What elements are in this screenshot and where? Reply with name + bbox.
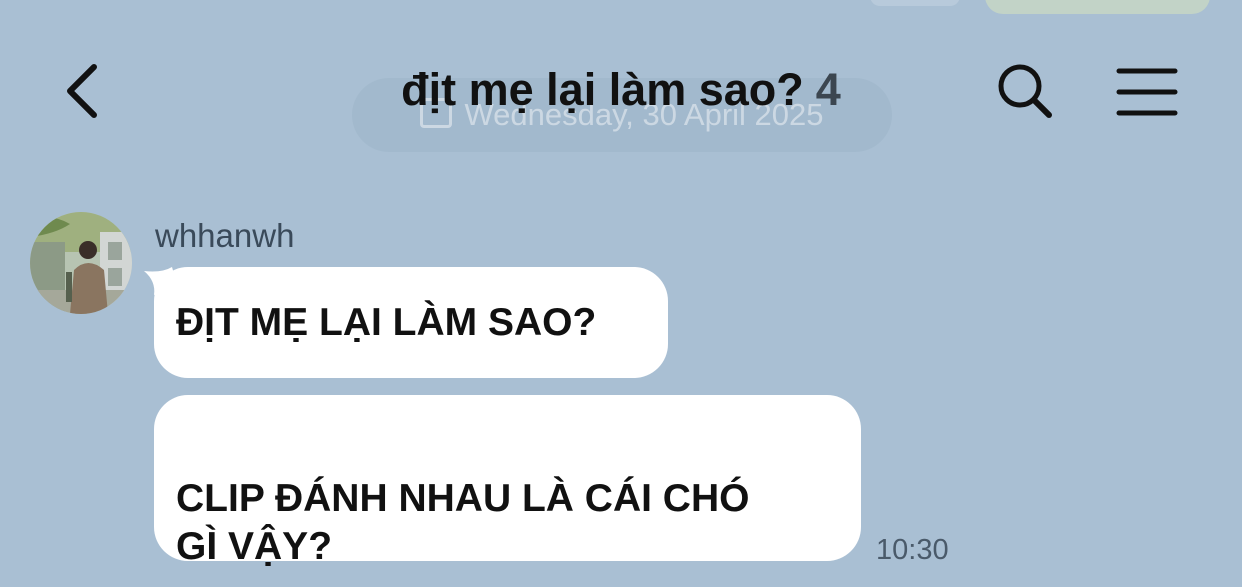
chat-header: địt mẹ lại làm sao? 4 xyxy=(0,55,1242,125)
message-text: CLIP ĐÁNH NHAU LÀ CÁI CHÓ GÌ VẬY? xyxy=(176,477,750,568)
chat-title-text: địt mẹ lại làm sao? xyxy=(401,64,804,115)
search-button[interactable] xyxy=(992,59,1058,125)
avatar-photo xyxy=(30,212,132,314)
message-bubble[interactable]: CLIP ĐÁNH NHAU LÀ CÁI CHÓ GÌ VẬY? xyxy=(154,395,861,568)
menu-button[interactable] xyxy=(1110,59,1184,125)
previous-message-bubble-fragment xyxy=(985,0,1210,14)
message-timestamp: 10:30 xyxy=(876,534,949,566)
message-text: ĐỊT MẸ LẠI LÀM SAO? xyxy=(176,301,597,344)
search-icon xyxy=(998,64,1052,118)
sender-name: whhanwh xyxy=(155,217,295,254)
previous-timestamp-fragment xyxy=(870,0,960,6)
chevron-left-icon xyxy=(67,64,97,118)
avatar[interactable] xyxy=(30,212,132,314)
hamburger-menu-icon xyxy=(1116,68,1178,116)
back-button[interactable] xyxy=(52,55,112,125)
member-count: 4 xyxy=(815,64,841,115)
message-bubble[interactable]: ĐỊT MẸ LẠI LÀM SAO? xyxy=(154,267,668,378)
